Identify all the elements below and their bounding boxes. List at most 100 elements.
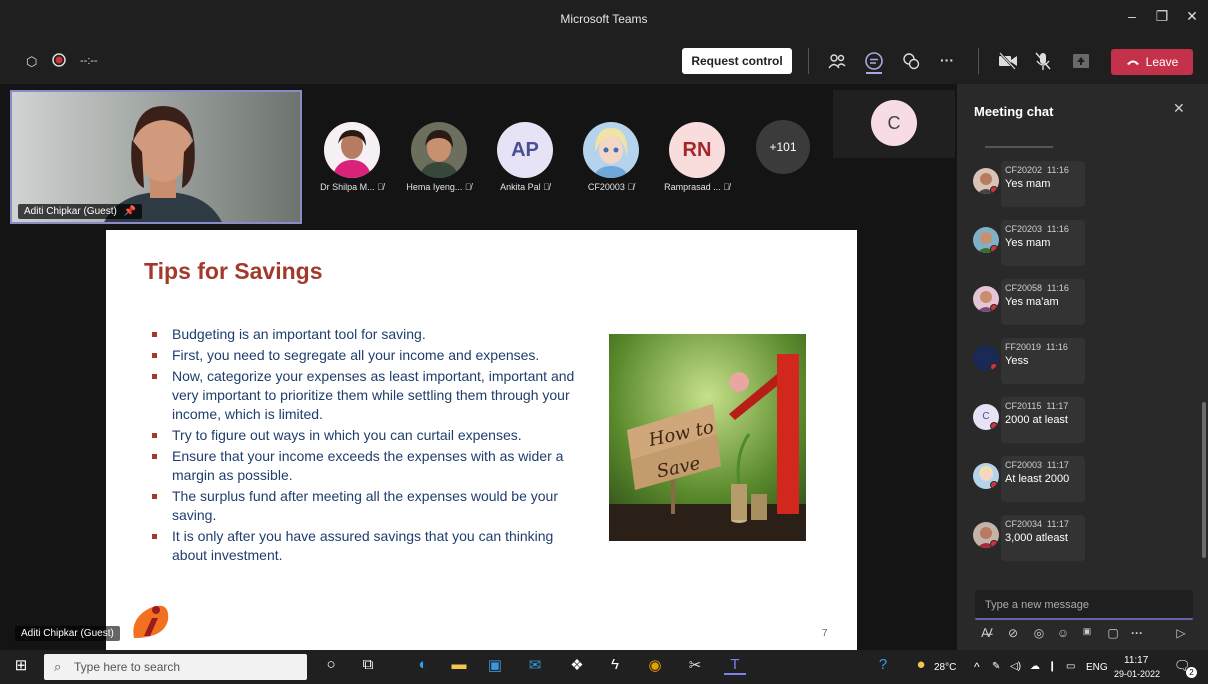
volume-icon[interactable]: ◁) bbox=[1010, 661, 1021, 672]
cortana-icon[interactable]: ○ bbox=[320, 656, 342, 673]
edge-icon[interactable]: ◐ bbox=[412, 656, 434, 673]
shared-presentation-slide: Tips for Savings Budgeting is an importa… bbox=[106, 230, 857, 650]
mail-icon[interactable]: ✉ bbox=[524, 656, 546, 674]
temperature-text: 28°C bbox=[934, 662, 957, 673]
chat-message[interactable]: CF20034 11:17 3,000 atleast bbox=[1001, 515, 1085, 561]
close-icon[interactable]: ✕ bbox=[1180, 8, 1204, 25]
store-icon[interactable]: ▣ bbox=[484, 656, 506, 674]
chat-avatar bbox=[973, 168, 999, 194]
message-text: Yes mam bbox=[1005, 178, 1051, 190]
battery-icon[interactable]: ▭ bbox=[1066, 661, 1075, 672]
participant-avatar[interactable] bbox=[411, 122, 467, 178]
notification-count: 2 bbox=[1186, 667, 1197, 678]
chat-avatar bbox=[973, 345, 999, 371]
participant-avatar[interactable] bbox=[324, 122, 380, 178]
more-options-icon[interactable]: ··· bbox=[940, 52, 954, 68]
clock-date[interactable]: 29-01-2022 bbox=[1114, 669, 1160, 679]
participant-name: Hema Iyeng... 🎙̸ bbox=[406, 182, 472, 192]
emoji-icon[interactable]: ☺ bbox=[1053, 626, 1073, 640]
mic-off-icon[interactable] bbox=[1034, 51, 1052, 76]
participant-avatar[interactable]: RN bbox=[669, 122, 725, 178]
cloud-icon[interactable]: ☁ bbox=[1030, 661, 1040, 672]
message-meta: CF20203 11:16 bbox=[1005, 224, 1069, 234]
leave-button[interactable]: Leave bbox=[1111, 49, 1193, 75]
share-tray-icon[interactable] bbox=[1072, 53, 1090, 74]
windows-start-icon[interactable]: ⊞ bbox=[10, 656, 32, 674]
close-icon[interactable]: ✕ bbox=[1173, 100, 1185, 117]
maximize-icon[interactable]: ❐ bbox=[1150, 8, 1174, 25]
how-to-save-image: How to Save bbox=[609, 334, 806, 541]
slide-title: Tips for Savings bbox=[144, 258, 323, 284]
task-view-icon[interactable]: ⧉ bbox=[357, 656, 379, 673]
participant-name: CF20003 🎙̸ bbox=[587, 182, 635, 192]
format-icon[interactable]: Ꜻ bbox=[977, 626, 997, 640]
winamp-icon[interactable]: ϟ bbox=[604, 656, 626, 673]
participant-avatar[interactable]: AP bbox=[497, 122, 553, 178]
message-meta: CF20202 11:16 bbox=[1005, 165, 1069, 175]
chat-previous-message-edge bbox=[985, 146, 1053, 148]
taskbar-search-input[interactable]: ⌕ Type here to search bbox=[44, 654, 307, 680]
teams-icon[interactable]: T bbox=[724, 656, 746, 675]
chat-message[interactable]: CF20203 11:16 Yes mam bbox=[1001, 220, 1085, 266]
loop-icon[interactable]: ◎ bbox=[1029, 626, 1049, 640]
chat-title: Meeting chat bbox=[974, 104, 1054, 119]
people-icon[interactable] bbox=[828, 52, 846, 75]
dropbox-icon[interactable]: ❖ bbox=[566, 656, 588, 674]
presenter-name-tag: Aditi Chipkar (Guest) bbox=[15, 626, 120, 641]
chat-message[interactable]: FF20019 11:16 Yess bbox=[1001, 338, 1085, 384]
mic-off-icon: 🎙̸ bbox=[723, 182, 730, 192]
chat-avatar: C bbox=[973, 404, 999, 430]
slide-bullet-list: Budgeting is an important tool for savin… bbox=[150, 325, 580, 567]
bullet-item: Now, categorize your expenses as least i… bbox=[150, 367, 580, 424]
reactions-icon[interactable] bbox=[902, 52, 920, 75]
toolbar-divider bbox=[978, 48, 979, 74]
message-meta: FF20019 11:16 bbox=[1005, 342, 1068, 352]
file-explorer-icon[interactable]: ▬ bbox=[448, 656, 470, 673]
participant-avatar[interactable] bbox=[583, 122, 639, 178]
participant-name: Dr Shilpa M... 🎙̸ bbox=[320, 182, 384, 192]
participant-avatar: C bbox=[871, 100, 917, 146]
mic-off-icon: 🎙̸ bbox=[543, 182, 550, 192]
snip-icon[interactable]: ✂ bbox=[684, 656, 706, 674]
participant-name: Ramprasad ... 🎙̸ bbox=[664, 182, 730, 192]
tray-chevron-icon[interactable]: ^ bbox=[974, 660, 980, 674]
chat-message[interactable]: CF20003 11:17 At least 2000 bbox=[1001, 456, 1085, 502]
bullet-item: The surplus fund after meeting all the e… bbox=[150, 487, 580, 525]
mic-icon[interactable]: ❙ bbox=[1048, 661, 1056, 672]
chat-compose-input[interactable]: Type a new message bbox=[975, 590, 1193, 620]
more-options-icon[interactable]: ··· bbox=[1127, 626, 1147, 640]
speaker-video-tile[interactable]: Aditi Chipkar (Guest) 📌 bbox=[10, 90, 302, 224]
participant-name: Ankita Pal 🎙̸ bbox=[500, 182, 550, 192]
shield-icon[interactable]: ⬡ bbox=[26, 54, 37, 70]
help-icon[interactable]: ? bbox=[872, 656, 894, 673]
clock-time[interactable]: 11:17 bbox=[1124, 655, 1148, 666]
speaker-name-tag: Aditi Chipkar (Guest) 📌 bbox=[18, 204, 143, 219]
gif-icon[interactable]: ▣ bbox=[1077, 626, 1097, 637]
attach-icon[interactable]: ⊘ bbox=[1003, 626, 1023, 640]
weather-icon[interactable]: ● bbox=[910, 656, 932, 673]
message-text: Yes ma'am bbox=[1005, 296, 1059, 308]
chat-avatar bbox=[973, 286, 999, 312]
message-text: 2000 at least bbox=[1005, 414, 1068, 426]
chat-message[interactable]: CF20202 11:16 Yes mam bbox=[1001, 161, 1085, 207]
request-control-button[interactable]: Request control bbox=[682, 48, 792, 74]
meeting-toolbar bbox=[0, 40, 1208, 84]
mic-off-icon: 🎙̸ bbox=[464, 182, 472, 192]
minimize-icon[interactable]: – bbox=[1120, 8, 1144, 24]
chrome-icon[interactable]: ◉ bbox=[644, 656, 666, 674]
message-meta: CF20034 11:17 bbox=[1005, 519, 1069, 529]
meeting-timer: --:-- bbox=[80, 55, 98, 67]
camera-off-icon[interactable] bbox=[998, 52, 1018, 75]
language-indicator[interactable]: ENG bbox=[1086, 662, 1108, 673]
sticker-icon[interactable]: ▢ bbox=[1103, 626, 1123, 640]
chat-avatar bbox=[973, 227, 999, 253]
pin-icon: 📌 bbox=[123, 206, 137, 217]
pen-icon[interactable]: ✎ bbox=[992, 661, 1000, 672]
chat-message[interactable]: CF20115 11:17 2000 at least bbox=[1001, 397, 1085, 443]
send-icon[interactable]: ▷ bbox=[1171, 626, 1191, 640]
chat-scrollbar[interactable] bbox=[1202, 402, 1206, 558]
recording-icon bbox=[52, 53, 66, 72]
phone-hangup-icon bbox=[1126, 49, 1140, 75]
chat-message[interactable]: CF20058 11:16 Yes ma'am bbox=[1001, 279, 1085, 325]
more-participants-button[interactable]: +101 bbox=[756, 120, 810, 174]
